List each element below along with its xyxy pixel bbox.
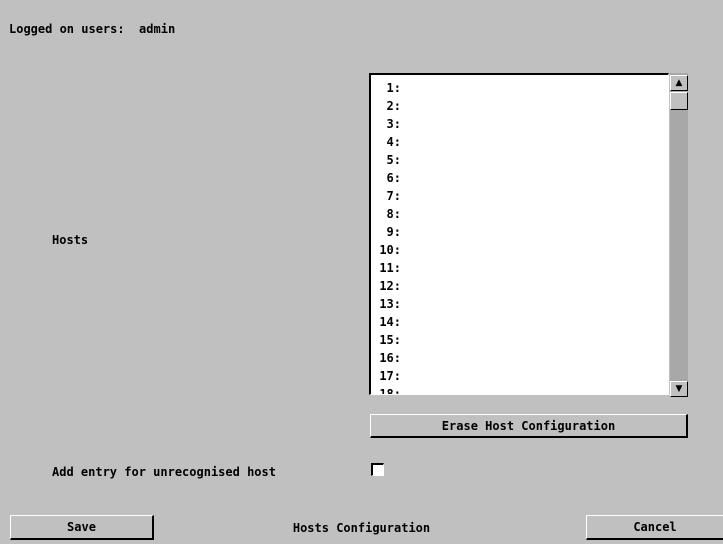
hosts-label: Hosts [52,233,89,247]
host-row[interactable]: 5: [371,151,668,169]
cancel-button[interactable]: Cancel [586,515,723,540]
erase-host-configuration-button[interactable]: Erase Host Configuration [370,414,688,438]
host-row-number: 12: [379,279,401,293]
host-row[interactable]: 2: [371,97,668,115]
host-row[interactable]: 9: [371,223,668,241]
host-row[interactable]: 16: [371,349,668,367]
host-row[interactable]: 3: [371,115,668,133]
host-row-number: 13: [379,297,401,311]
host-row[interactable]: 8: [371,205,668,223]
hosts-listbox[interactable]: 1: 2: 3: 4: 5: 6: 7: 8: 9: 10: 11: 12: 13: 14: 15: 16: 1… [369,73,669,395]
unrecognised-host-label: Add entry for unrecognised host [52,465,276,479]
host-row[interactable]: 11: [371,259,668,277]
host-row[interactable]: 4: [371,133,668,151]
scroll-up-arrow-icon[interactable]: ▲ [670,75,688,91]
host-row-number: 18: [379,387,401,395]
hosts-scrollbar[interactable]: ▲ ▼ [670,73,688,397]
host-row-number: 9: [386,225,401,239]
host-row-number: 2: [386,99,401,113]
host-row[interactable]: 18: [371,385,668,395]
host-row[interactable]: 1: [371,79,668,97]
host-row[interactable]: 6: [371,169,668,187]
scroll-down-arrow-icon[interactable]: ▼ [670,381,688,397]
host-row-number: 14: [379,315,401,329]
host-row-number: 3: [386,117,401,131]
host-row-number: 11: [379,261,401,275]
host-row[interactable]: 15: [371,331,668,349]
host-row[interactable]: 13: [371,295,668,313]
host-row-number: 7: [386,189,401,203]
host-row[interactable]: 14: [371,313,668,331]
host-row[interactable]: 10: [371,241,668,259]
host-row[interactable]: 12: [371,277,668,295]
host-row-number: 16: [379,351,401,365]
host-row[interactable]: 17: [371,367,668,385]
host-row-number: 15: [379,333,401,347]
hosts-list: 1: 2: 3: 4: 5: 6: 7: 8: 9: 10: 11: 12: 13: 14: 15: 16: 1… [371,79,668,395]
unrecognised-host-checkbox[interactable] [371,463,384,476]
host-row-number: 1: [386,81,401,95]
scroll-thumb[interactable] [670,92,688,110]
host-row-number: 8: [386,207,401,221]
host-row[interactable]: 7: [371,187,668,205]
host-row-number: 17: [379,369,401,383]
host-row-number: 10: [379,243,401,257]
host-row-number: 4: [386,135,401,149]
host-row-number: 5: [386,153,401,167]
host-row-number: 6: [386,171,401,185]
logged-on-users-text: Logged on users: admin [9,22,176,36]
